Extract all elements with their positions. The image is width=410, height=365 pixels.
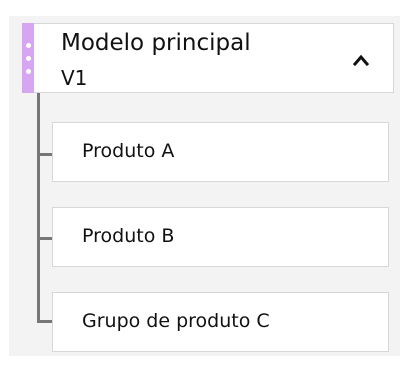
child-item-label: Grupo de produto C	[82, 310, 270, 332]
tree-branch	[37, 237, 52, 240]
drag-dot	[26, 69, 31, 74]
drag-dot	[26, 43, 31, 48]
drag-handle[interactable]	[22, 23, 34, 93]
tree-connector-line	[37, 93, 40, 322]
drag-dot	[26, 56, 31, 61]
tree-branch	[37, 153, 52, 156]
child-item-label: Produto B	[82, 225, 175, 247]
child-item-produto-a[interactable]: Produto A	[52, 122, 389, 182]
tree-branch	[37, 320, 52, 323]
child-item-produto-b[interactable]: Produto B	[52, 207, 389, 267]
child-item-grupo-de-produto-c[interactable]: Grupo de produto C	[52, 292, 389, 352]
chevron-up-icon[interactable]	[353, 54, 369, 66]
model-version: V1	[61, 66, 88, 90]
model-title: Modelo principal	[61, 30, 251, 56]
child-item-label: Produto A	[82, 140, 175, 162]
